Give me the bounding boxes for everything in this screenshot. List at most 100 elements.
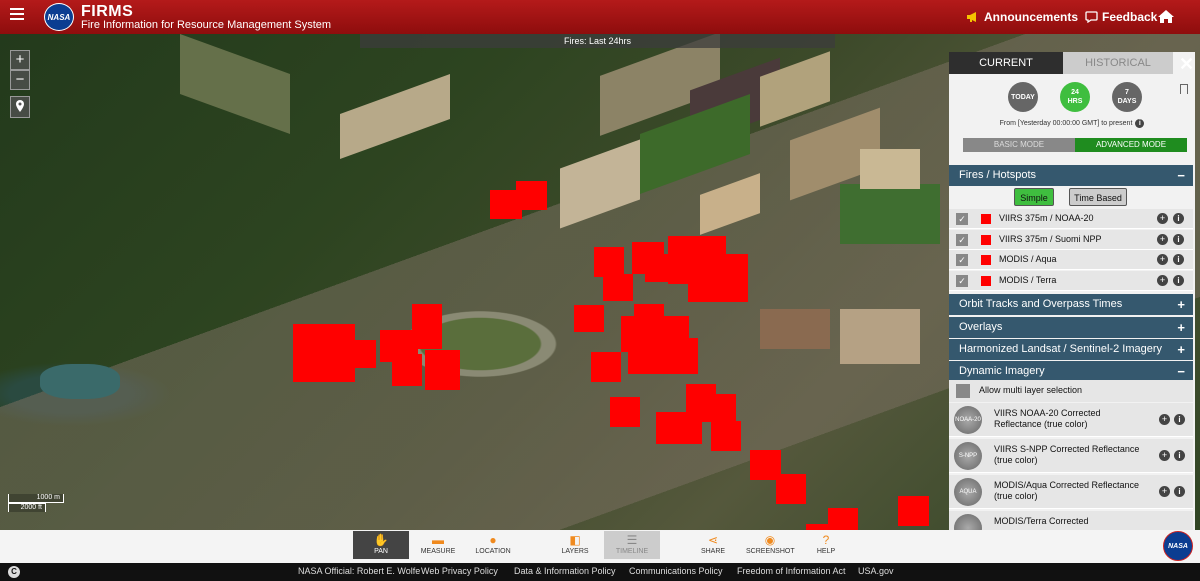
section-harmonized-imagery[interactable]: Harmonized Landsat / Sentinel-2 Imagery + (949, 339, 1193, 360)
24hrs-button[interactable]: 24 HRS (1060, 82, 1090, 112)
fire-hotspot[interactable] (645, 254, 685, 282)
page-footer: C NASA Official: Robert E. Wolfe Web Pri… (0, 563, 1200, 581)
add-icon[interactable]: + (1157, 275, 1168, 286)
fire-hotspot[interactable] (591, 352, 621, 382)
info-icon[interactable]: i (1174, 414, 1185, 425)
basic-mode-button[interactable]: BASIC MODE (963, 138, 1075, 152)
imagery-layer-row[interactable]: NOAA-20 VIIRS NOAA-20 Corrected Reflecta… (949, 403, 1193, 437)
info-icon[interactable]: i (1173, 275, 1184, 286)
info-icon[interactable]: i (1173, 234, 1184, 245)
section-fires-hotspots[interactable]: Fires / Hotspots − (949, 165, 1193, 186)
imagery-layer-row[interactable]: AQUA MODIS/Aqua Corrected Reflectance (t… (949, 475, 1193, 509)
fire-hotspot[interactable] (656, 412, 702, 444)
section-dynamic-imagery[interactable]: Dynamic Imagery − (949, 361, 1193, 382)
hamburger-menu-icon[interactable] (10, 8, 24, 22)
add-icon[interactable]: + (1159, 450, 1170, 461)
fire-hotspot[interactable] (340, 340, 376, 368)
footer-link-usa-gov[interactable]: USA.gov (858, 566, 894, 576)
layer-thumbnail: AQUA (954, 478, 982, 506)
fire-hotspot[interactable] (628, 338, 698, 374)
add-icon[interactable]: + (1159, 414, 1170, 425)
fire-layer-row[interactable]: ✓ VIIRS 375m / Suomi NPP + i (949, 230, 1193, 250)
7days-button[interactable]: 7 DAYS (1112, 82, 1142, 112)
bookmark-icon[interactable] (1180, 84, 1188, 94)
expand-icon: + (1177, 297, 1185, 312)
info-icon[interactable]: i (1174, 450, 1185, 461)
time-based-button[interactable]: Time Based (1069, 188, 1127, 206)
farm-field (180, 34, 290, 135)
advanced-mode-button[interactable]: ADVANCED MODE (1075, 138, 1187, 152)
expand-icon: + (1177, 342, 1185, 357)
bottom-toolbar: ✋ PAN ▬ MEASURE ● LOCATION ◧ LAYERS ☰ TIMELIN… (0, 530, 1200, 563)
timeline-tool-button[interactable]: ☰ TIMELINE (604, 531, 660, 559)
measure-tool-button[interactable]: ▬ MEASURE (416, 531, 460, 559)
fire-hotspot[interactable] (516, 181, 547, 210)
fire-hotspot[interactable] (603, 274, 633, 301)
fire-hotspot[interactable] (688, 254, 748, 302)
checkbox[interactable]: ✓ (956, 234, 968, 246)
add-icon[interactable]: + (1157, 234, 1168, 245)
footer-link-communications[interactable]: Communications Policy (629, 566, 723, 576)
layers-icon: ◧ (569, 533, 581, 547)
add-icon[interactable]: + (1157, 254, 1168, 265)
info-icon[interactable]: i (1173, 254, 1184, 265)
checkbox[interactable]: ✓ (956, 275, 968, 287)
imagery-layer-row[interactable]: S-NPP VIIRS S-NPP Corrected Reflectance … (949, 439, 1193, 473)
info-icon[interactable]: i (1135, 119, 1145, 128)
tab-current[interactable]: CURRENT (949, 52, 1063, 74)
scale-metric: 1000 m (8, 494, 64, 503)
checkbox[interactable] (956, 384, 970, 398)
today-button[interactable]: TODAY (1008, 82, 1038, 112)
footer-link-data-policy[interactable]: Data & Information Policy (514, 566, 616, 576)
location-tool-button[interactable]: ● LOCATION (470, 531, 516, 559)
imagery-layer-row[interactable]: MODIS/Terra Corrected (949, 511, 1193, 530)
pan-tool-button[interactable]: ✋ PAN (353, 531, 409, 559)
zoom-in-button[interactable]: + (10, 50, 30, 70)
nasa-logo[interactable]: NASA (44, 3, 74, 31)
footer-link-nasa-official[interactable]: NASA Official: Robert E. Wolfe (298, 566, 420, 576)
megaphone-icon (967, 12, 976, 22)
fire-hotspot[interactable] (702, 394, 736, 422)
help-tool-button[interactable]: ? HELP (806, 531, 846, 559)
multi-layer-toggle[interactable]: Allow multi layer selection (949, 380, 1193, 402)
checkbox[interactable]: ✓ (956, 213, 968, 225)
section-overlays[interactable]: Overlays + (949, 317, 1193, 338)
share-tool-button[interactable]: ⋖ SHARE (690, 531, 736, 559)
map-pin-icon: ● (489, 533, 497, 547)
footer-link-privacy[interactable]: Web Privacy Policy (421, 566, 498, 576)
announcements-link[interactable]: Announcements (966, 10, 1078, 24)
fire-hotspot[interactable] (711, 421, 741, 451)
layers-tool-button[interactable]: ◧ LAYERS (550, 531, 600, 559)
simple-mode-button[interactable]: Simple (1014, 188, 1054, 206)
info-icon[interactable]: i (1174, 486, 1185, 497)
info-icon[interactable]: i (1173, 213, 1184, 224)
tab-historical[interactable]: HISTORICAL (1063, 52, 1173, 74)
close-panel-icon[interactable]: ✕ (1179, 54, 1194, 75)
home-icon[interactable] (1157, 9, 1175, 24)
zoom-out-button[interactable]: − (10, 70, 30, 90)
fire-hotspot[interactable] (392, 354, 422, 386)
fire-hotspot[interactable] (610, 397, 640, 427)
locate-me-button[interactable] (10, 96, 30, 118)
fire-hotspot[interactable] (898, 496, 929, 526)
fire-hotspot[interactable] (776, 474, 806, 504)
fire-layer-row[interactable]: ✓ MODIS / Terra + i (949, 271, 1193, 291)
screenshot-tool-button[interactable]: ◉ SCREENSHOT (746, 531, 795, 559)
fire-hotspot[interactable] (574, 305, 604, 332)
map-pin-icon (16, 100, 24, 112)
add-icon[interactable]: + (1157, 213, 1168, 224)
fire-layer-row[interactable]: ✓ VIIRS 375m / NOAA-20 + i (949, 209, 1193, 229)
fire-layer-row[interactable]: ✓ MODIS / Aqua + i (949, 250, 1193, 270)
farm-field (840, 309, 920, 364)
section-orbit-tracks[interactable]: Orbit Tracks and Overpass Times + (949, 294, 1193, 315)
checkbox[interactable]: ✓ (956, 254, 968, 266)
collapse-icon: − (1177, 168, 1185, 183)
ruler-icon: ▬ (432, 533, 444, 547)
add-icon[interactable]: + (1159, 486, 1170, 497)
fire-hotspot[interactable] (594, 247, 624, 277)
footer-link-foia[interactable]: Freedom of Information Act (737, 566, 846, 576)
nasa-badge-logo[interactable]: NASA (1163, 531, 1193, 561)
feedback-link[interactable]: Feedback (1085, 10, 1157, 24)
fire-hotspot[interactable] (425, 350, 460, 390)
farm-field (560, 139, 640, 229)
